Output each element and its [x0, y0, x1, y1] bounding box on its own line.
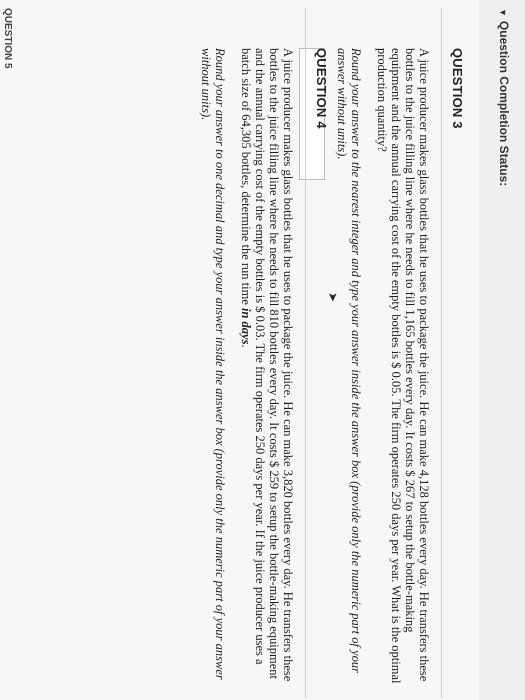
completion-status-label: Question Completion Status:: [497, 20, 511, 187]
question-4-divider: [305, 8, 306, 698]
question-5-header-partial: QUESTION 5: [2, 8, 13, 69]
question-3-instruction: Round your answer to the nearest integer…: [335, 48, 363, 674]
question-4-instruction: Round your answer to one decimal and typ…: [199, 48, 227, 680]
chevron-down-icon: ▼: [498, 8, 508, 17]
completion-status-bar: ▼ Question Completion Status:: [478, 0, 525, 700]
photo-background: ▼ Question Completion Status: QUESTION 3 …: [0, 0, 525, 700]
question-4-text: A juice producer makes glass bottles tha…: [239, 48, 295, 688]
question-4-header: QUESTION 4: [314, 48, 329, 129]
question-4-text-emphasis: in days: [239, 308, 253, 345]
question-3-header: QUESTION 3: [450, 48, 465, 129]
question-4-text-main: A juice producer makes glass bottles tha…: [239, 48, 295, 682]
quiz-page: ▼ Question Completion Status: QUESTION 3 …: [0, 0, 525, 700]
question-3-divider: [441, 8, 442, 698]
questions-area: QUESTION 3 A juice producer makes glass …: [0, 0, 479, 700]
question-4: QUESTION 4 A juice producer makes glass …: [199, 8, 329, 698]
question-3-text: A juice producer makes glass bottles tha…: [375, 48, 431, 684]
question-4-text-end: .: [239, 344, 253, 348]
completion-status-toggle[interactable]: ▼ Question Completion Status:: [497, 8, 511, 186]
